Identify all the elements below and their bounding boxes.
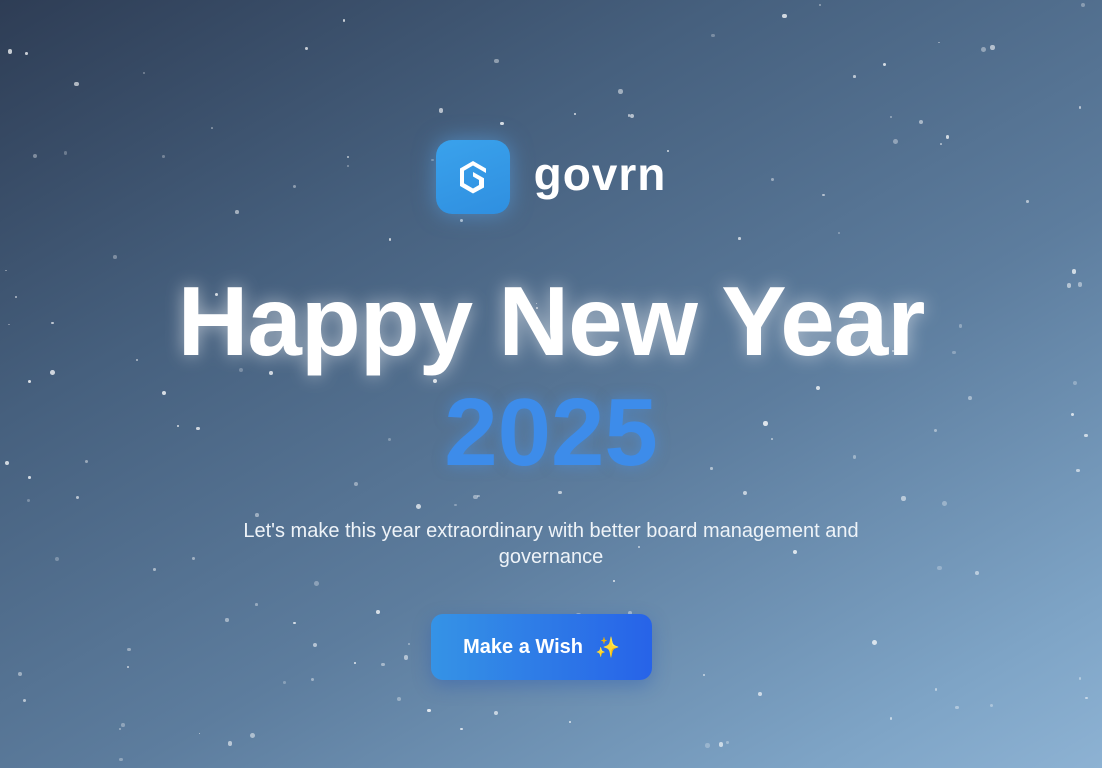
- star-dot: [935, 688, 938, 691]
- logo-mark-icon: [459, 161, 486, 194]
- star-dot: [312, 642, 317, 647]
- star-dot: [310, 678, 315, 682]
- tagline: Let's make this year extraordinary with …: [243, 520, 859, 568]
- star-dot: [153, 567, 157, 571]
- star-dot: [743, 490, 748, 495]
- star-dot: [255, 513, 259, 517]
- star-dot: [711, 33, 715, 37]
- star-dot: [937, 41, 940, 44]
- star-dot: [872, 640, 877, 646]
- star-dot: [305, 46, 309, 50]
- star-dot: [113, 255, 117, 259]
- star-dot: [500, 121, 504, 125]
- star-dot: [353, 662, 356, 665]
- star-dot: [989, 703, 993, 707]
- star-dot: [990, 45, 995, 50]
- star-dot: [1085, 696, 1088, 700]
- star-dot: [818, 3, 822, 7]
- star-dot: [889, 717, 893, 721]
- star-dot: [198, 732, 201, 735]
- star-dot: [945, 135, 950, 139]
- star-dot: [459, 218, 464, 223]
- star-dot: [314, 581, 319, 587]
- star-dot: [119, 757, 123, 762]
- star-dot: [919, 120, 924, 125]
- star-dot: [121, 723, 125, 727]
- star-dot: [703, 674, 706, 677]
- brand-name: govrn: [533, 148, 667, 200]
- star-dot: [255, 603, 258, 607]
- star-dot: [54, 556, 59, 561]
- star-dot: [954, 705, 959, 710]
- star-dot: [142, 71, 145, 74]
- star-dot: [427, 708, 431, 712]
- star-dot: [1078, 677, 1082, 681]
- star-dot: [403, 655, 409, 660]
- star-dot: [719, 742, 724, 747]
- star-dot: [225, 618, 229, 622]
- star-dot: [25, 52, 28, 55]
- star-dot: [127, 665, 130, 668]
- page-title: Happy New Year: [177, 266, 926, 376]
- star-dot: [573, 113, 576, 116]
- star-dot: [782, 13, 788, 19]
- star-dot: [75, 496, 79, 500]
- star-dot: [7, 49, 13, 54]
- star-dot: [388, 238, 392, 241]
- star-dot: [22, 698, 27, 703]
- star-dot: [249, 733, 255, 739]
- star-dot: [630, 113, 635, 118]
- star-dot: [191, 556, 195, 560]
- star-dot: [1081, 2, 1086, 7]
- sparkles-icon: ✨: [594, 636, 620, 659]
- star-dot: [381, 663, 385, 667]
- make-a-wish-button[interactable]: Make a Wish ✨: [431, 614, 652, 680]
- star-dot: [473, 494, 478, 499]
- star-dot: [27, 499, 31, 503]
- star-dot: [415, 504, 421, 510]
- star-dot: [705, 743, 710, 748]
- star-dot: [757, 692, 762, 697]
- star-dot: [612, 579, 615, 582]
- star-dot: [375, 610, 380, 614]
- star-dot: [901, 496, 906, 501]
- star-dot: [292, 621, 296, 625]
- star-dot: [73, 81, 79, 87]
- star-dot: [726, 741, 729, 744]
- star-dot: [882, 62, 887, 67]
- star-dot: [127, 647, 131, 652]
- star-dot: [557, 490, 562, 495]
- star-dot: [942, 500, 947, 506]
- star-dot: [889, 115, 892, 119]
- star-dot: [18, 672, 22, 676]
- star-dot: [494, 58, 499, 63]
- brand-header: govrn: [0, 140, 1102, 214]
- star-dot: [738, 237, 741, 240]
- star-dot: [211, 126, 213, 129]
- star-dot: [974, 571, 979, 575]
- star-dot: [936, 565, 942, 571]
- make-a-wish-label: Make a Wish: [463, 635, 583, 658]
- star-dot: [283, 681, 287, 685]
- star-dot: [568, 720, 572, 724]
- star-dot: [408, 642, 411, 645]
- star-dot: [460, 727, 463, 731]
- star-dot: [853, 75, 856, 79]
- star-dot: [397, 697, 401, 702]
- year-display: 2025: [444, 379, 658, 486]
- star-dot: [1078, 106, 1082, 110]
- star-dot: [838, 232, 841, 235]
- star-dot: [454, 503, 457, 507]
- star-dot: [618, 89, 623, 94]
- star-dot: [439, 108, 444, 113]
- star-dot: [342, 18, 346, 22]
- star-dot: [227, 741, 233, 746]
- star-dot: [981, 46, 986, 52]
- star-dot: [118, 727, 121, 730]
- star-dot: [627, 114, 631, 117]
- govrn-logo-icon: [435, 140, 510, 214]
- star-dot: [477, 494, 480, 498]
- star-dot: [493, 710, 499, 715]
